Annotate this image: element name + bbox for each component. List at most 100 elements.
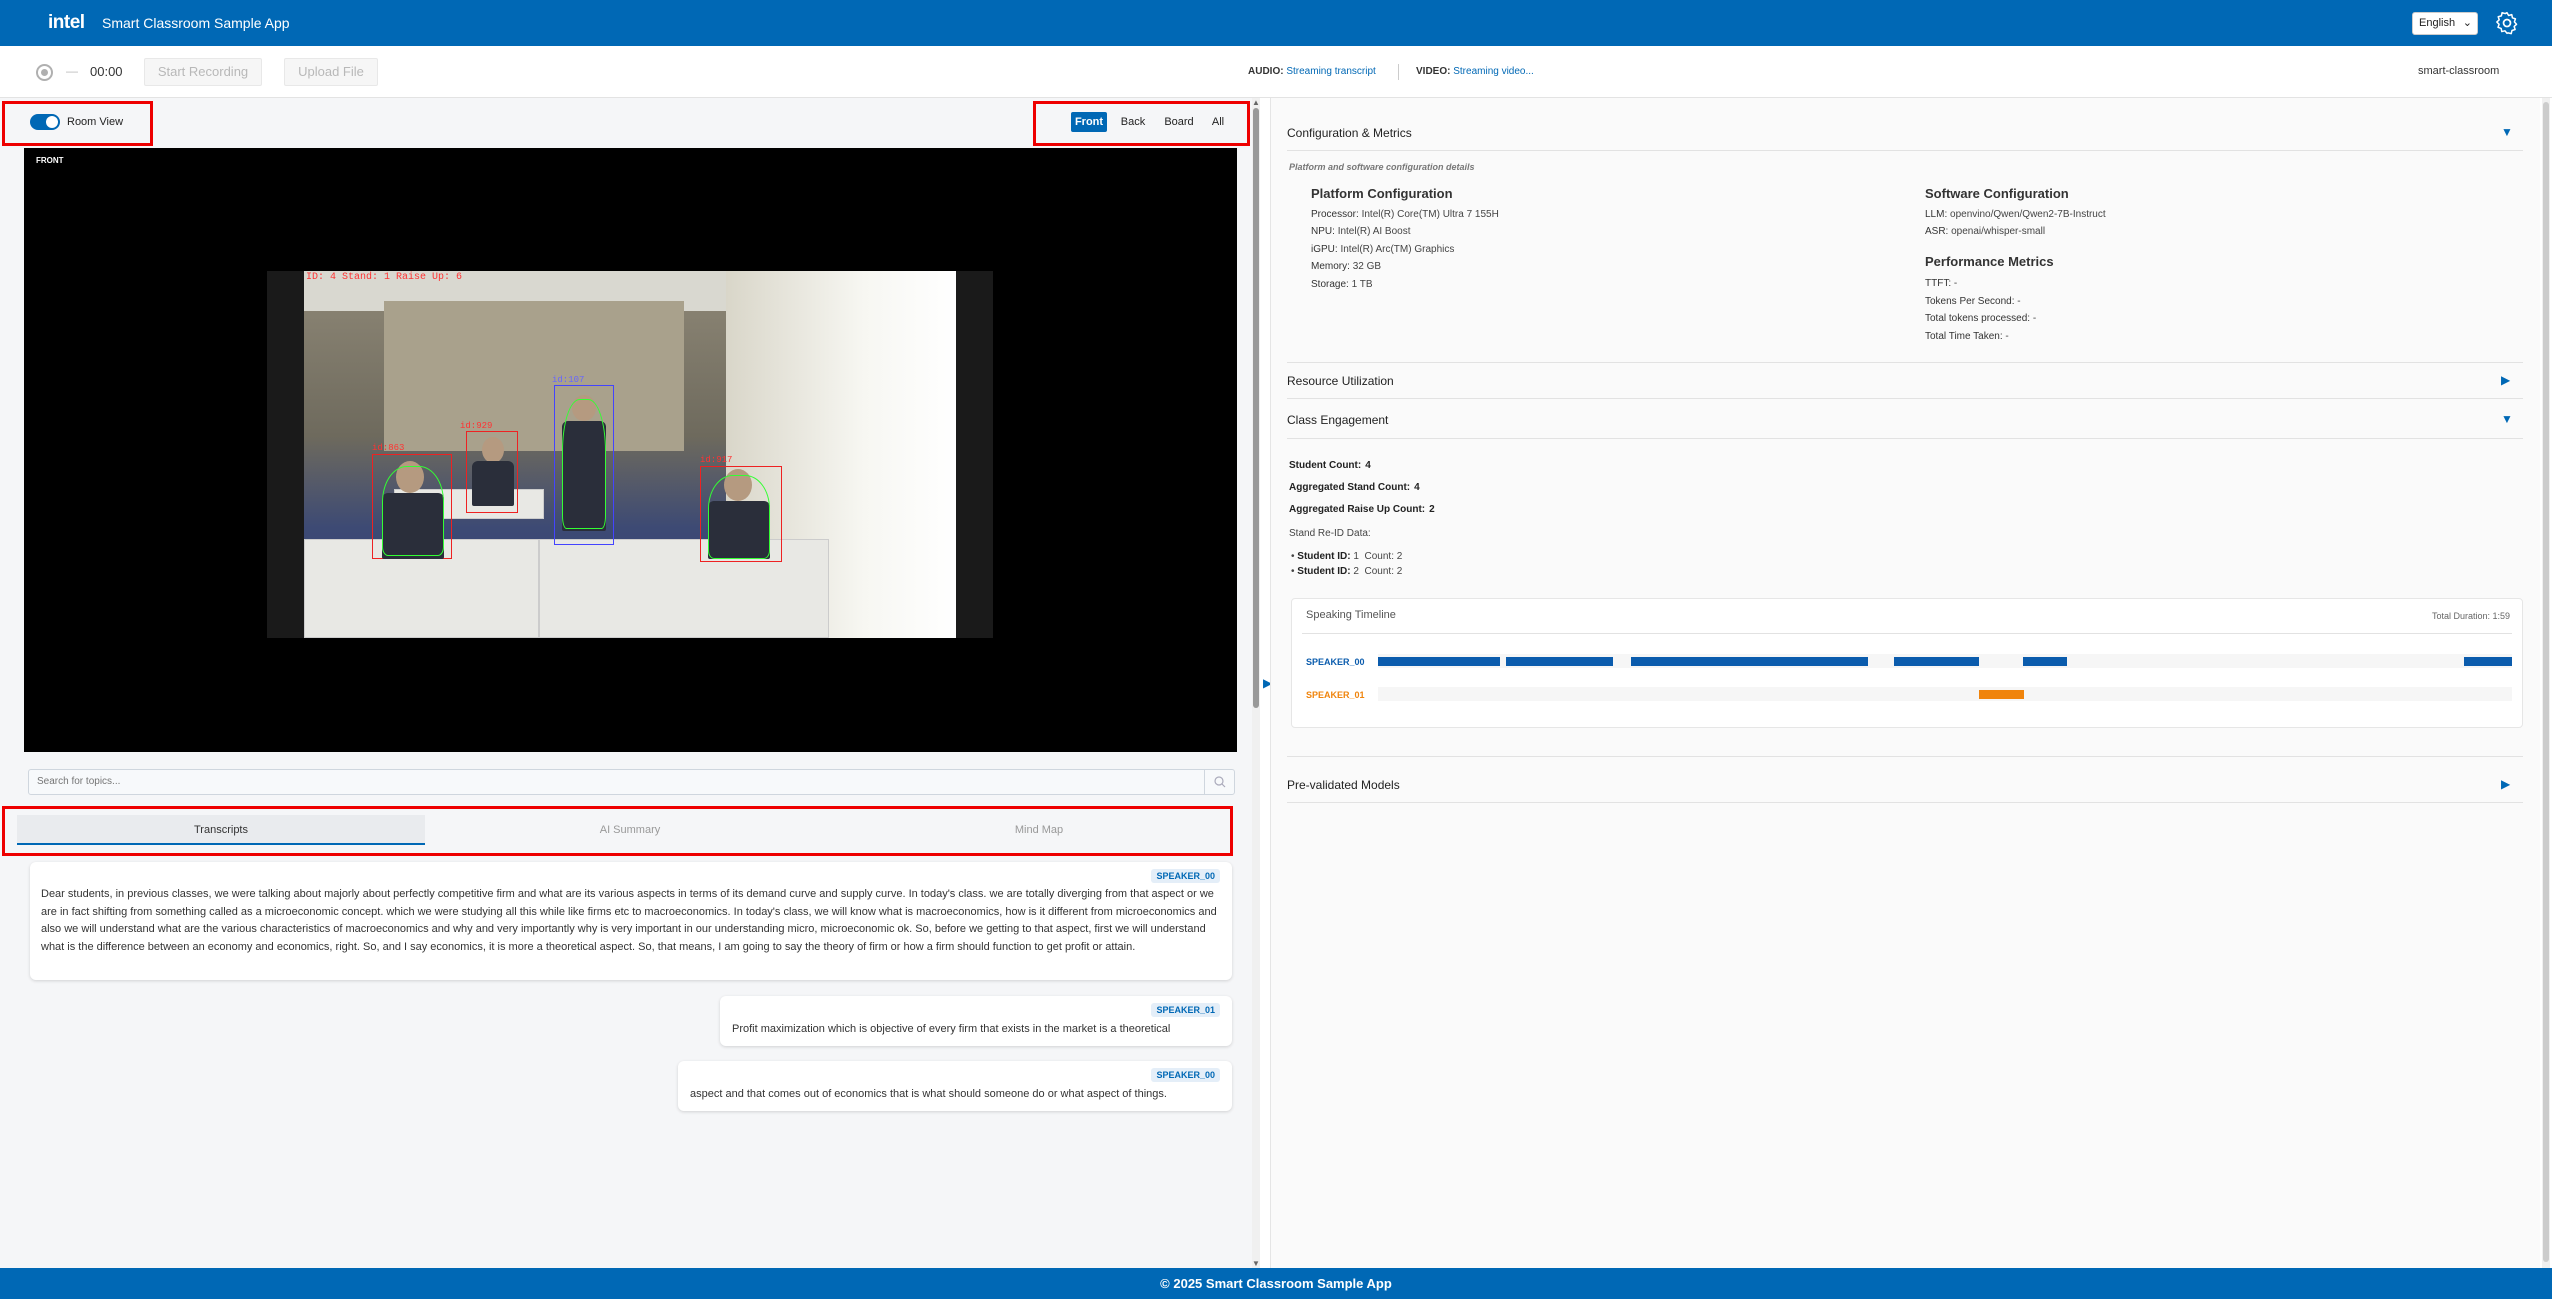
stand-count-label: Aggregated Stand Count:: [1289, 482, 1411, 493]
search-button[interactable]: [1204, 770, 1234, 794]
tab-ai-summary[interactable]: AI Summary: [426, 815, 834, 845]
timeline-segment: [1506, 657, 1613, 666]
reid-label: Student ID:: [1297, 566, 1351, 577]
search-input[interactable]: [37, 776, 1187, 787]
speaking-timeline: Speaking Timeline Total Duration: 1:59 S…: [1291, 598, 2523, 728]
audio-status-value: Streaming transcript: [1286, 66, 1376, 77]
tab-mind-map[interactable]: Mind Map: [835, 815, 1243, 845]
reid-item: • Student ID: 1 Count: 2: [1291, 551, 1403, 562]
config-subtitle: Platform and software configuration deta…: [1289, 162, 1475, 172]
start-recording-button[interactable]: Start Recording: [144, 58, 262, 86]
section-divider: [1287, 756, 2523, 757]
person-id-label: id:107: [552, 375, 585, 385]
status-divider: [1398, 64, 1399, 80]
software-llm: LLM: openvino/Qwen/Qwen2-7B-Instruct: [1925, 209, 2106, 220]
perf-tokens-per-second: Tokens Per Second: -: [1925, 296, 2021, 307]
perf-key: TTFT:: [1925, 278, 1952, 289]
platform-igpu: iGPU: Intel(R) Arc(TM) Graphics: [1311, 244, 1454, 255]
speaker-badge: SPEAKER_00: [1151, 869, 1220, 883]
audio-status: AUDIO: Streaming transcript: [1248, 66, 1376, 77]
tab-transcripts[interactable]: Transcripts: [17, 815, 425, 845]
desk: [539, 539, 829, 638]
record-indicator-icon: [36, 64, 53, 81]
perf-key: Total tokens processed:: [1925, 313, 2031, 324]
pose-skeleton: [562, 399, 606, 529]
timeline-track: [1378, 654, 2512, 668]
view-board-button[interactable]: Board: [1159, 112, 1199, 132]
resource-utilization-title[interactable]: Resource Utilization: [1287, 374, 1394, 388]
transcript-message: SPEAKER_00 aspect and that comes out of …: [678, 1061, 1232, 1111]
expand-models-icon[interactable]: ▶: [2501, 777, 2510, 791]
video-feed: FRONT id:863 id:929 id:107 id:917 ID: 4 …: [24, 148, 1237, 752]
person-id-label: id:929: [460, 421, 493, 431]
left-scrollbar[interactable]: ▲ ▼: [1252, 98, 1260, 1268]
app-footer: © 2025 Smart Classroom Sample App: [0, 1268, 2552, 1299]
video-camera-label: FRONT: [36, 156, 64, 165]
reid-item: • Student ID: 2 Count: 2: [1291, 566, 1403, 577]
record-separator: —: [66, 64, 78, 78]
room-panel: Room View Front Back Board All FRONT id:…: [0, 98, 1252, 1268]
expand-engagement-icon[interactable]: ▼: [2501, 412, 2513, 426]
right-scrollbar[interactable]: [2542, 98, 2550, 1268]
scrollbar-thumb[interactable]: [2543, 102, 2549, 1262]
scroll-up-icon[interactable]: ▲: [1252, 98, 1260, 107]
timeline-title: Speaking Timeline: [1306, 609, 1396, 621]
classroom-back-wall: [384, 301, 684, 451]
perf-ttft: TTFT: -: [1925, 278, 1957, 289]
room-view-toggle[interactable]: [30, 114, 60, 130]
raise-count: Aggregated Raise Up Count: 2: [1289, 504, 1435, 515]
audio-status-label: AUDIO:: [1248, 66, 1284, 77]
software-asr: ASR: openai/whisper-small: [1925, 226, 2045, 237]
platform-memory: Memory: 32 GB: [1311, 261, 1381, 272]
transcript-text: aspect and that comes out of economics t…: [690, 1088, 1167, 1100]
platform-storage: Storage: 1 TB: [1311, 279, 1373, 290]
platform-key: NPU:: [1311, 226, 1335, 237]
class-engagement-title: Class Engagement: [1287, 413, 1389, 427]
video-status-label: VIDEO:: [1416, 66, 1451, 77]
view-back-button[interactable]: Back: [1115, 112, 1151, 132]
search-icon: [1214, 776, 1226, 788]
reid-label: Student ID:: [1297, 551, 1351, 562]
app-header: intel Smart Classroom Sample App English…: [0, 0, 2552, 46]
perf-total-tokens: Total tokens processed: -: [1925, 313, 2036, 324]
section-divider: [1287, 802, 2523, 803]
platform-config-title: Platform Configuration: [1311, 186, 1453, 201]
pose-skeleton: [382, 466, 444, 556]
scrollbar-thumb[interactable]: [1253, 108, 1259, 708]
student-count-label: Student Count:: [1289, 460, 1362, 471]
stand-count: Aggregated Stand Count: 4: [1289, 482, 1420, 493]
platform-value: Intel(R) Arc(TM) Graphics: [1340, 244, 1455, 255]
intel-logo: intel: [48, 12, 85, 33]
reid-count: 2: [1396, 551, 1403, 562]
view-front-button[interactable]: Front: [1071, 112, 1107, 132]
platform-key: iGPU:: [1311, 244, 1338, 255]
language-value: English: [2419, 17, 2456, 29]
perf-key: Tokens Per Second:: [1925, 296, 2015, 307]
view-all-button[interactable]: All: [1205, 112, 1231, 132]
transcript-message: SPEAKER_01 Profit maximization which is …: [720, 996, 1232, 1046]
gear-icon[interactable]: [2494, 10, 2520, 36]
language-select[interactable]: English ⌄: [2412, 12, 2478, 35]
recording-timer: 00:00: [90, 64, 123, 79]
person-id-label: id:863: [372, 443, 405, 453]
timeline-duration: Total Duration: 1:59: [2431, 611, 2510, 621]
expand-config-icon[interactable]: ▼: [2501, 125, 2513, 139]
section-divider: [1287, 362, 2523, 363]
pre-validated-models-title[interactable]: Pre-validated Models: [1287, 778, 1400, 792]
software-value: openvino/Qwen/Qwen2-7B-Instruct: [1950, 209, 2106, 220]
classroom-image: id:863 id:929 id:107 id:917 ID: 4 Stand:…: [304, 271, 956, 638]
timeline-segment: [1630, 657, 1868, 666]
upload-file-button[interactable]: Upload File: [284, 58, 378, 86]
reid-count-label: Count:: [1364, 551, 1394, 562]
platform-value: 1 TB: [1351, 279, 1373, 290]
perf-value: -: [2017, 296, 2021, 307]
platform-key: Memory:: [1311, 261, 1350, 272]
scroll-down-icon[interactable]: ▼: [1252, 1259, 1260, 1268]
section-divider: [1287, 150, 2523, 151]
reid-count-label: Count:: [1364, 566, 1394, 577]
expand-resource-icon[interactable]: ▶: [2501, 373, 2510, 387]
timeline-segment: [1979, 690, 2025, 699]
topic-search-box: [28, 769, 1235, 795]
perf-value: -: [1953, 278, 1958, 289]
recording-toolbar: — 00:00 Start Recording Upload File AUDI…: [0, 46, 2552, 98]
